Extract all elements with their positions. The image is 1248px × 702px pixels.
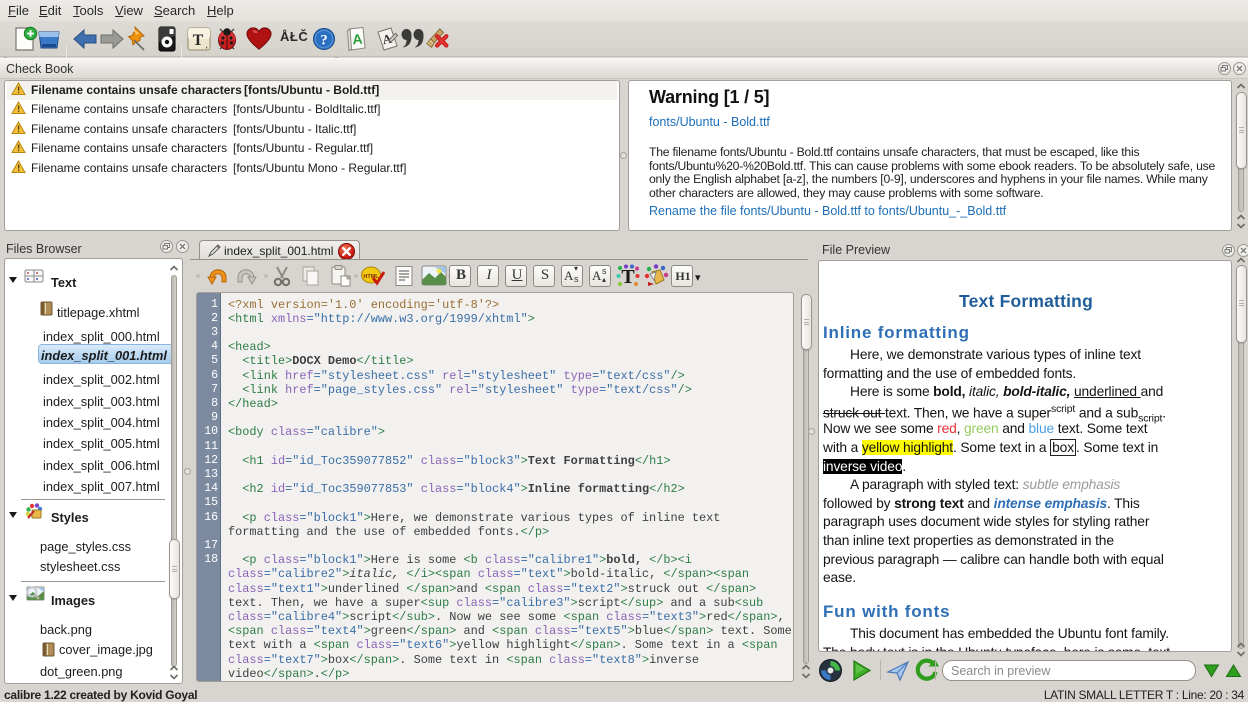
svg-text:HTML: HTML — [363, 274, 379, 280]
svg-text:T: T — [621, 266, 635, 288]
svg-text:A: A — [352, 31, 363, 48]
svg-text:,: , — [206, 40, 208, 50]
svg-text:?: ? — [320, 33, 328, 49]
svg-text:T: T — [193, 32, 204, 49]
